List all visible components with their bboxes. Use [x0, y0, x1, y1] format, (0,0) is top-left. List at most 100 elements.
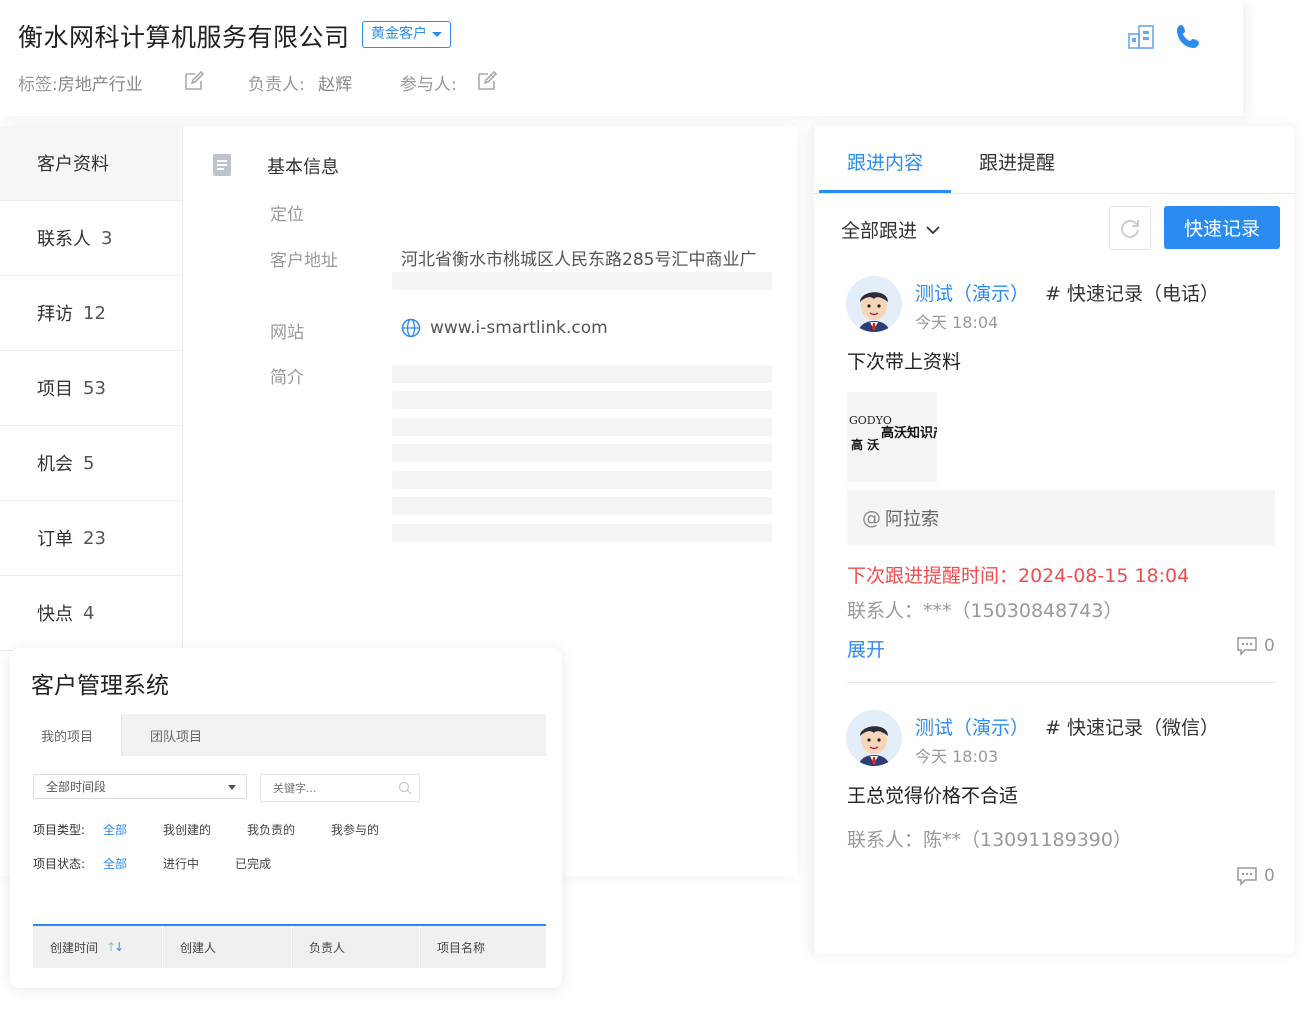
next-reminder-time: 下次跟进提醒时间：2024-08-15 18:04: [847, 565, 1190, 587]
attachment-image[interactable]: GODYO 高沃知识产权 高 沃: [847, 392, 937, 482]
status-option-in-progress[interactable]: 进行中: [163, 855, 199, 872]
sidebar-item-count: 4: [83, 602, 95, 624]
search-icon[interactable]: [398, 781, 412, 795]
customer-header: 衡水网科计算机服务有限公司 黄金客户 标签:房地产行业 负责人: 赵辉 参与人:: [0, 0, 1243, 116]
logo-text-main: 高沃知识产权: [881, 425, 937, 441]
project-type-label: 项目类型:: [33, 823, 86, 837]
sidebar-item-count: 23: [83, 527, 106, 549]
sidebar-item-visits[interactable]: 拜访 12: [0, 276, 182, 351]
time-range-value: 全部时间段: [46, 780, 107, 794]
sidebar-item-count: 53: [83, 377, 106, 399]
sidebar-item-count: 3: [101, 227, 113, 249]
type-option-owned[interactable]: 我负责的: [247, 821, 295, 838]
customer-level-dropdown[interactable]: 黄金客户: [362, 21, 451, 48]
record-type: # 快速记录（微信）: [1045, 717, 1219, 739]
owner-value: 赵辉: [318, 75, 353, 95]
sidebar-item-label: 联系人: [37, 229, 91, 250]
sort-icon[interactable]: ↑↓: [106, 940, 124, 954]
comment-icon: [1237, 637, 1257, 656]
edit-participants-icon[interactable]: [476, 70, 498, 92]
caret-down-icon: [432, 32, 442, 37]
tab-my-projects[interactable]: 我的项目: [10, 714, 122, 756]
position-label: 定位: [270, 205, 304, 225]
column-owner[interactable]: 负责人: [292, 926, 420, 968]
avatar: [846, 276, 902, 332]
record-content: 下次带上资料: [847, 351, 962, 373]
organization-icon[interactable]: [1126, 22, 1156, 52]
record-author[interactable]: 测试（演示）: [915, 713, 1029, 740]
sidebar-item-projects[interactable]: 项目 53: [0, 351, 182, 426]
column-project-name[interactable]: 项目名称: [420, 926, 546, 968]
comment-count: 0: [1264, 636, 1275, 656]
sidebar-item-quick[interactable]: 快点 4: [0, 576, 182, 651]
column-creator[interactable]: 创建人: [163, 926, 292, 968]
tag-label: 标签:: [18, 75, 58, 95]
follow-filter-label: 全部跟进: [841, 220, 918, 242]
project-table-header: 创建时间 ↑↓ 创建人 负责人 项目名称: [33, 924, 546, 968]
record-author[interactable]: 测试（演示）: [915, 279, 1029, 306]
avatar-icon: [846, 710, 902, 766]
comment-button[interactable]: 0: [1236, 866, 1275, 886]
column-created-time[interactable]: 创建时间 ↑↓: [33, 926, 163, 968]
active-tab-indicator: [819, 190, 951, 193]
sidebar-item-contacts[interactable]: 联系人 3: [0, 201, 182, 276]
type-option-participated[interactable]: 我参与的: [331, 821, 379, 838]
placeholder-line: [392, 272, 772, 290]
refresh-button[interactable]: [1109, 206, 1151, 250]
section-title-basic-info: 基本信息: [267, 157, 339, 178]
chevron-down-icon: [926, 225, 940, 234]
caret-down-icon: [228, 785, 236, 790]
website-link[interactable]: www.i-smartlink.com: [430, 318, 608, 338]
placeholder-line: [392, 391, 772, 409]
placeholder-line: [392, 471, 772, 489]
record-time: 今天 18:03: [915, 747, 999, 766]
comment-count: 0: [1264, 866, 1275, 886]
avatar-icon: [846, 276, 902, 332]
comment-icon: [1237, 867, 1257, 886]
sidebar-item-profile[interactable]: 客户资料: [0, 126, 182, 201]
placeholder-line: [392, 365, 772, 383]
website-label: 网站: [270, 323, 304, 343]
sidebar-item-orders[interactable]: 订单 23: [0, 501, 182, 576]
mention-name[interactable]: 阿拉索: [885, 505, 939, 531]
mention-box: @ 阿拉索: [847, 490, 1275, 545]
phone-icon[interactable]: [1174, 22, 1204, 52]
owner-label: 负责人:: [248, 75, 305, 95]
sidebar-item-label: 项目: [37, 379, 73, 400]
record-type: # 快速记录（电话）: [1045, 283, 1219, 305]
participants-label: 参与人:: [400, 75, 457, 95]
record-time: 今天 18:04: [915, 313, 999, 332]
time-range-select[interactable]: 全部时间段: [33, 774, 247, 799]
comment-button[interactable]: 0: [1236, 636, 1275, 656]
record-contact: 联系人：***（15030848743）: [847, 600, 1123, 622]
expand-link[interactable]: 展开: [847, 635, 885, 662]
edit-tag-icon[interactable]: [183, 70, 205, 92]
document-icon: [213, 154, 231, 176]
at-icon: @: [862, 506, 881, 529]
customer-level-label: 黄金客户: [371, 26, 427, 42]
sidebar-item-label: 拜访: [37, 304, 73, 325]
column-label: 创建人: [180, 940, 217, 955]
sidebar-item-opportunities[interactable]: 机会 5: [0, 426, 182, 501]
intro-label: 简介: [270, 368, 304, 388]
record-divider: [847, 682, 1275, 683]
tab-team-projects[interactable]: 团队项目: [150, 714, 202, 756]
record-contact: 联系人：陈**（13091189390）: [847, 829, 1132, 851]
tab-follow-content[interactable]: 跟进内容: [847, 148, 923, 175]
company-logo-image: GODYO 高沃知识产权 高 沃: [849, 414, 937, 452]
status-option-completed[interactable]: 已完成: [235, 855, 271, 872]
tag-field: 标签:房地产行业: [18, 70, 143, 95]
placeholder-line: [392, 524, 772, 542]
status-option-all[interactable]: 全部: [103, 855, 127, 872]
type-option-all[interactable]: 全部: [103, 821, 127, 838]
sidebar-item-label: 快点: [37, 604, 73, 625]
keyword-search-input[interactable]: [260, 774, 420, 802]
follow-up-panel: 跟进内容 跟进提醒 全部跟进 快速记录 测试（演示） # 快速记录（电话） 今天…: [810, 126, 1294, 954]
quick-record-button[interactable]: 快速记录: [1164, 206, 1280, 249]
column-label: 项目名称: [437, 940, 486, 955]
follow-filter-dropdown[interactable]: 全部跟进: [841, 216, 941, 243]
type-option-created[interactable]: 我创建的: [163, 821, 211, 838]
tab-follow-reminder[interactable]: 跟进提醒: [979, 148, 1055, 175]
follow-tabs: 跟进内容 跟进提醒: [814, 126, 1294, 194]
address-value: 河北省衡水市桃城区人民东路285号汇中商业广: [401, 250, 757, 270]
